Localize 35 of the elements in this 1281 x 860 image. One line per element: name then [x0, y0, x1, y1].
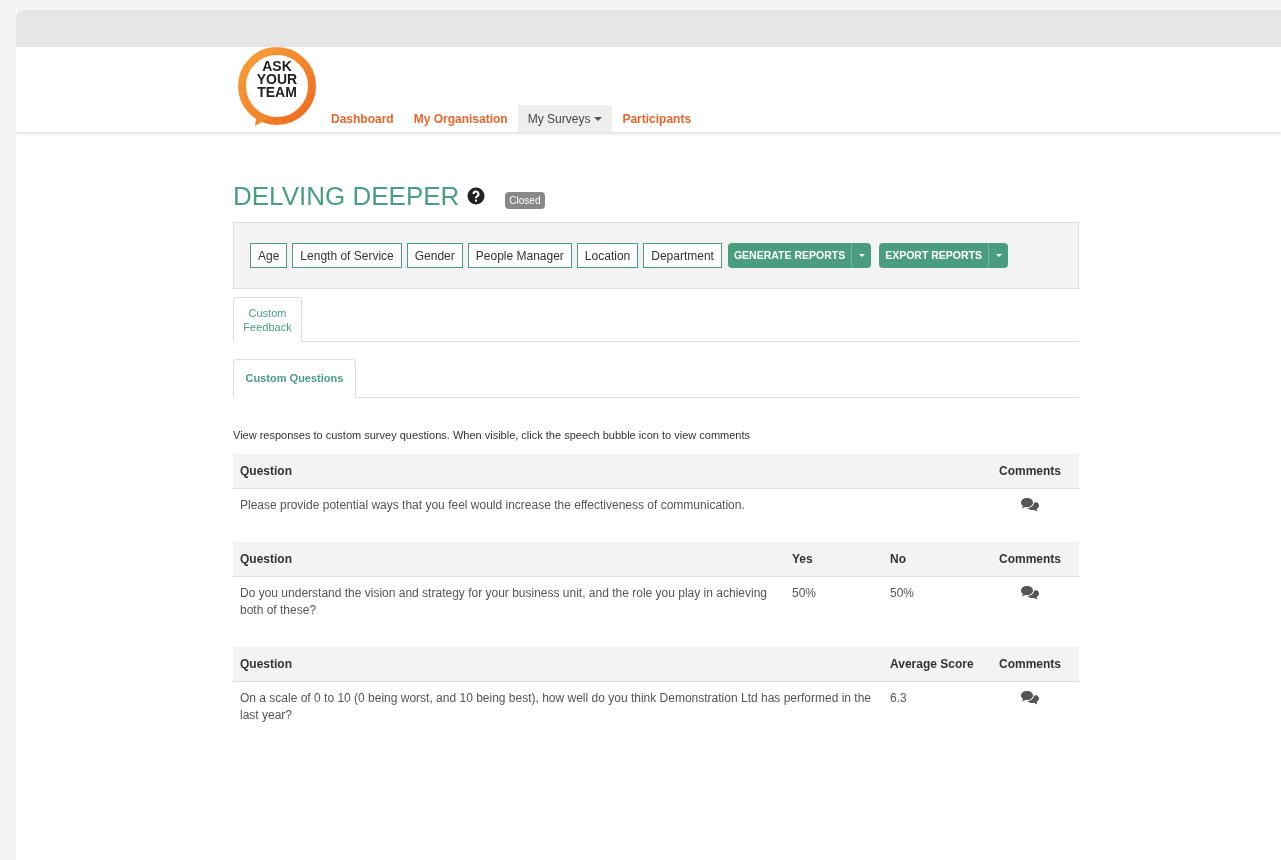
dropdown-toggle[interactable] [988, 243, 1009, 268]
caret-icon [995, 254, 1002, 257]
column-header: No [890, 551, 906, 566]
caret-icon [858, 254, 865, 257]
survey-title: DELVING DEEPER [233, 180, 460, 212]
speech-bubble-icon[interactable] [1020, 584, 1040, 601]
column-header: Comments [999, 463, 1061, 478]
filter-button[interactable]: Length of Service [292, 243, 402, 268]
filter-button[interactable]: Gender [406, 243, 463, 268]
column-header: Comments [999, 551, 1061, 566]
filter-button[interactable]: Department [643, 243, 722, 268]
column-header: Comments [999, 656, 1061, 671]
column-header: Question [240, 656, 292, 671]
table-cell: Do you understand the vision and strategy for your business unit, and the role you play in achieving both of these? [240, 585, 767, 617]
column-header: Question [240, 551, 292, 566]
table-cell: On a scale of 0 to 10 (0 being worst, and 10 being best), how well do you think Demonstration Ltd has performed in the last year? [240, 690, 872, 722]
help-icon[interactable] [467, 187, 486, 205]
table-cell: 50% [890, 585, 915, 600]
speech-bubble-icon[interactable] [1020, 496, 1040, 513]
speech-bubble-icon[interactable] [1020, 689, 1040, 706]
filter-button[interactable]: People Manager [467, 243, 572, 268]
logo[interactable]: ASK YOUR TEAM [235, 46, 319, 130]
table-cell: 6.3 [890, 690, 907, 705]
status-badge: Closed [505, 191, 545, 209]
table-cell: 50% [792, 585, 817, 600]
dropdown-toggle[interactable] [851, 243, 872, 268]
column-header: Question [240, 463, 292, 478]
table-cell: Please provide potential ways that you feel would increase the effectiveness of communication. [240, 497, 745, 512]
column-header: Average Score [890, 656, 974, 671]
intro-text: View responses to custom survey questions. When visible, click the speech bubble icon to view comments [233, 428, 752, 443]
filter-button[interactable]: Location [576, 243, 639, 268]
column-header: Yes [792, 551, 813, 566]
nav-tab[interactable]: My Surveys [517, 105, 613, 132]
logo-text: ASK YOUR TEAM [255, 60, 299, 99]
filter-button[interactable]: Age [250, 243, 288, 268]
